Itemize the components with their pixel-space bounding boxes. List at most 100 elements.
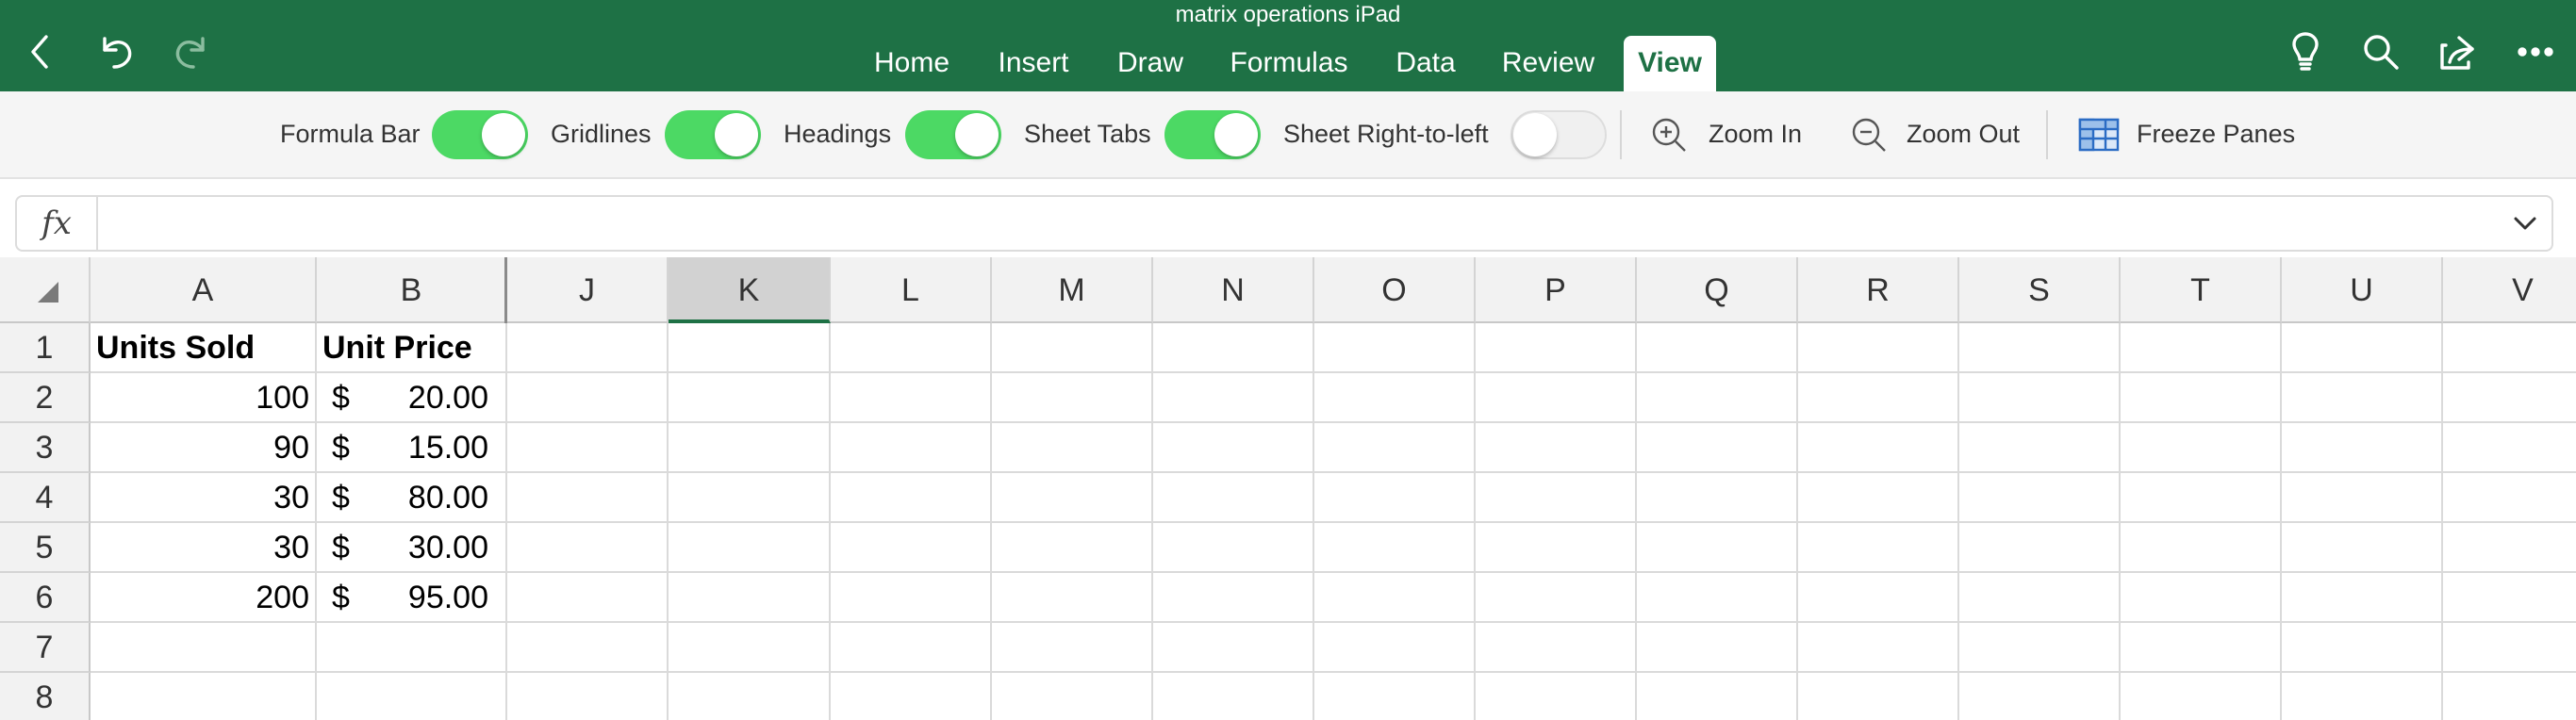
cell-b5[interactable]: $30.00 [317,523,507,573]
share-icon[interactable] [2433,26,2484,77]
column-header-n[interactable]: N [1153,257,1314,323]
cell-a6[interactable]: 200 [91,573,317,623]
cell-m2[interactable] [992,373,1153,423]
cell-v8[interactable] [2443,673,2576,720]
cell-b7[interactable] [317,623,507,673]
cell-t2[interactable] [2121,373,2282,423]
cell-o5[interactable] [1314,523,1476,573]
cell-r4[interactable] [1798,473,1959,523]
sheet-tabs-toggle[interactable] [1164,110,1261,159]
cell-b2[interactable]: $20.00 [317,373,507,423]
cell-s7[interactable] [1959,623,2121,673]
cell-r2[interactable] [1798,373,1959,423]
fx-icon[interactable]: fx [17,197,98,250]
select-all-corner[interactable] [0,257,91,323]
row-header-5[interactable]: 5 [0,523,91,573]
column-header-m[interactable]: M [992,257,1153,323]
cell-b8[interactable] [317,673,507,720]
cell-j8[interactable] [507,673,669,720]
cell-o3[interactable] [1314,423,1476,473]
cell-n4[interactable] [1153,473,1314,523]
column-header-s[interactable]: S [1959,257,2121,323]
cell-p3[interactable] [1476,423,1637,473]
cell-a2[interactable]: 100 [91,373,317,423]
cell-q4[interactable] [1637,473,1798,523]
column-header-b[interactable]: B [317,257,507,323]
column-header-a[interactable]: A [91,257,317,323]
row-header-3[interactable]: 3 [0,423,91,473]
cell-j4[interactable] [507,473,669,523]
tab-view[interactable]: View [1624,36,1716,91]
cell-q8[interactable] [1637,673,1798,720]
cell-l2[interactable] [831,373,992,423]
cell-t3[interactable] [2121,423,2282,473]
cell-u8[interactable] [2282,673,2443,720]
cell-r6[interactable] [1798,573,1959,623]
tab-data[interactable]: Data [1380,36,1471,91]
cell-u1[interactable] [2282,323,2443,373]
column-header-k[interactable]: K [669,257,831,323]
cell-t4[interactable] [2121,473,2282,523]
cell-n7[interactable] [1153,623,1314,673]
cell-u2[interactable] [2282,373,2443,423]
freeze-panes-button[interactable]: Freeze Panes [2137,91,2295,177]
search-icon[interactable] [2355,26,2406,77]
cell-q6[interactable] [1637,573,1798,623]
cell-n1[interactable] [1153,323,1314,373]
column-header-t[interactable]: T [2121,257,2282,323]
column-header-r[interactable]: R [1798,257,1959,323]
cell-p2[interactable] [1476,373,1637,423]
cell-p4[interactable] [1476,473,1637,523]
cell-k8[interactable] [669,673,831,720]
chevron-down-icon[interactable] [2504,203,2546,244]
cell-s3[interactable] [1959,423,2121,473]
tab-review[interactable]: Review [1492,36,1605,91]
headings-toggle[interactable] [905,110,1001,159]
cell-p5[interactable] [1476,523,1637,573]
cell-k7[interactable] [669,623,831,673]
cell-s2[interactable] [1959,373,2121,423]
row-header-2[interactable]: 2 [0,373,91,423]
cell-o1[interactable] [1314,323,1476,373]
cell-n2[interactable] [1153,373,1314,423]
cell-v7[interactable] [2443,623,2576,673]
cell-m5[interactable] [992,523,1153,573]
cell-s8[interactable] [1959,673,2121,720]
cell-n8[interactable] [1153,673,1314,720]
cell-a5[interactable]: 30 [91,523,317,573]
cell-v3[interactable] [2443,423,2576,473]
cell-k1[interactable] [669,323,831,373]
tab-draw[interactable]: Draw [1103,36,1197,91]
cell-m6[interactable] [992,573,1153,623]
cell-p7[interactable] [1476,623,1637,673]
cell-u6[interactable] [2282,573,2443,623]
cell-q2[interactable] [1637,373,1798,423]
column-header-o[interactable]: O [1314,257,1476,323]
cell-a4[interactable]: 30 [91,473,317,523]
cell-j5[interactable] [507,523,669,573]
cell-s4[interactable] [1959,473,2121,523]
cell-b6[interactable]: $95.00 [317,573,507,623]
tab-formulas[interactable]: Formulas [1220,36,1358,91]
zoom-out-icon[interactable] [1850,116,1888,154]
cell-s6[interactable] [1959,573,2121,623]
more-icon[interactable] [2510,26,2561,77]
cell-t5[interactable] [2121,523,2282,573]
cell-a8[interactable] [91,673,317,720]
cell-l3[interactable] [831,423,992,473]
column-header-q[interactable]: Q [1637,257,1798,323]
cell-p1[interactable] [1476,323,1637,373]
cell-l5[interactable] [831,523,992,573]
cell-m3[interactable] [992,423,1153,473]
cell-t7[interactable] [2121,623,2282,673]
cell-a1[interactable]: Units Sold [91,323,317,373]
cell-j3[interactable] [507,423,669,473]
column-header-u[interactable]: U [2282,257,2443,323]
cell-r8[interactable] [1798,673,1959,720]
formula-bar-toggle[interactable] [432,110,528,159]
cell-q1[interactable] [1637,323,1798,373]
zoom-in-icon[interactable] [1650,116,1688,154]
column-header-j[interactable]: J [507,257,669,323]
cell-q7[interactable] [1637,623,1798,673]
cell-l4[interactable] [831,473,992,523]
